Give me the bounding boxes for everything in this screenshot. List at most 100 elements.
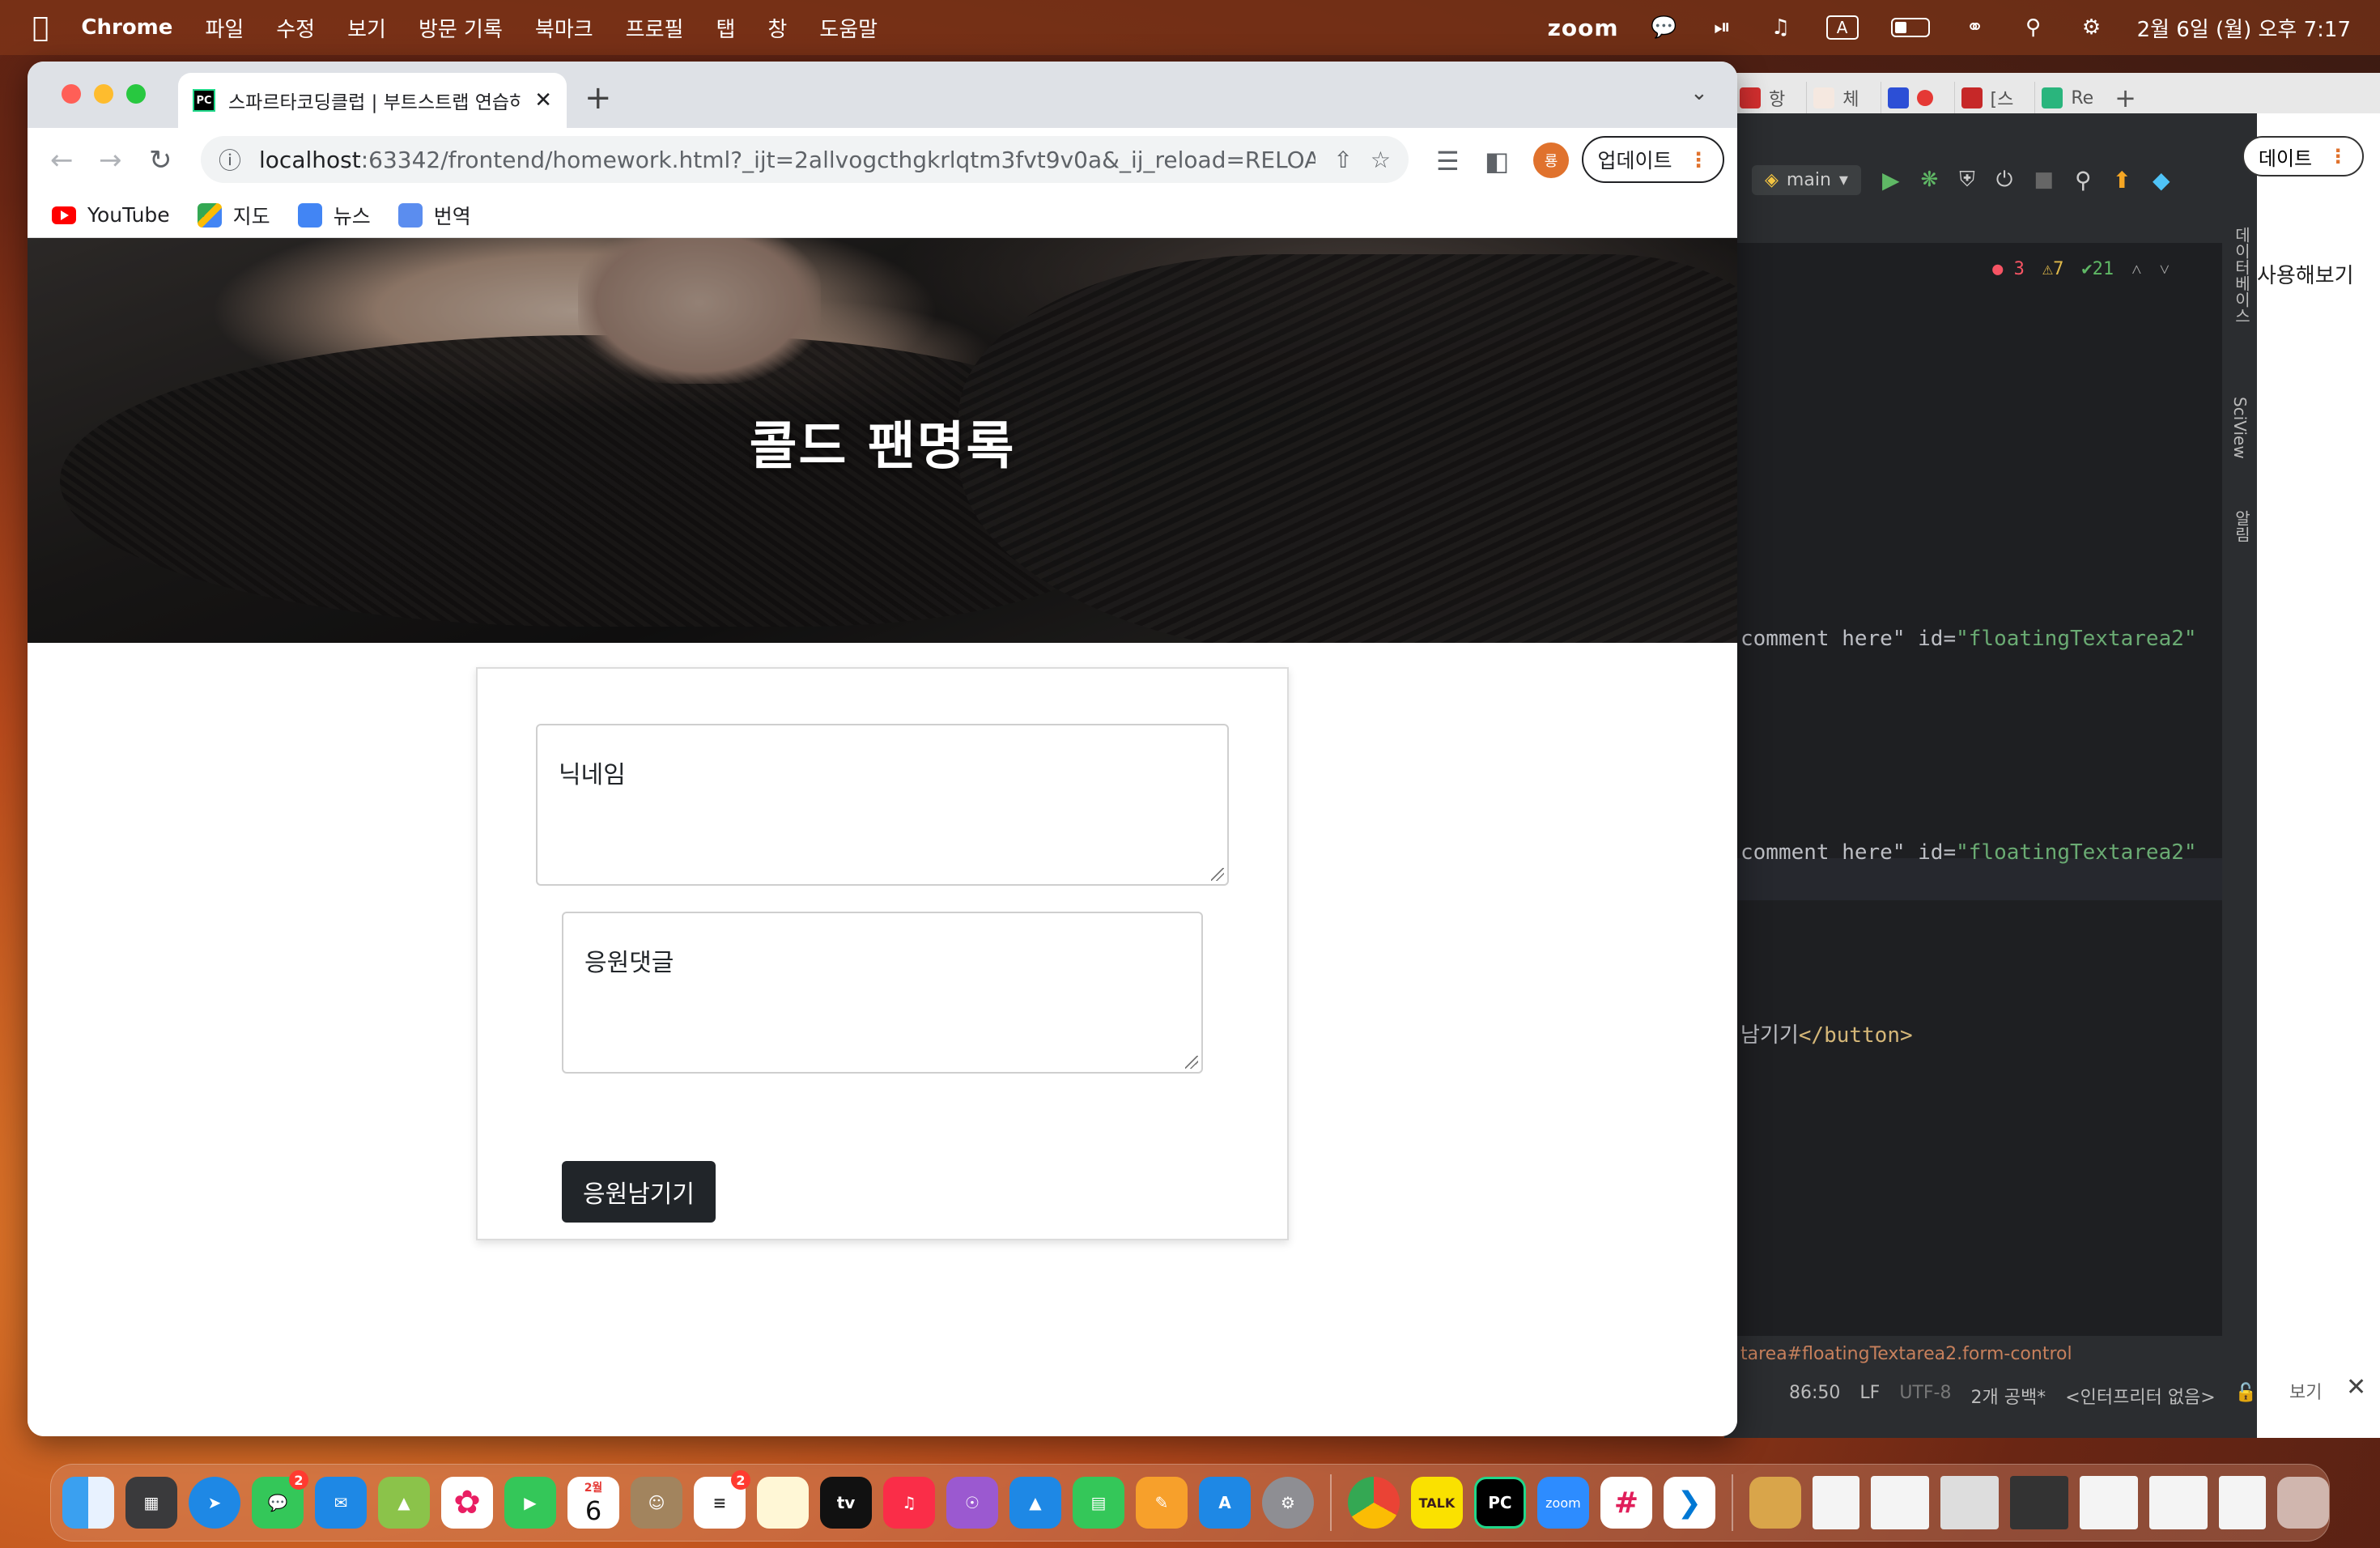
- tab-close-icon[interactable]: ✕: [534, 88, 552, 113]
- resize-grip-icon[interactable]: [1185, 1056, 1198, 1069]
- chevron-down-icon[interactable]: ˅: [2160, 259, 2170, 280]
- calendar-icon[interactable]: 2월 6: [567, 1477, 619, 1529]
- apple-tv-icon[interactable]: tv: [820, 1477, 872, 1529]
- notes-icon[interactable]: [757, 1477, 809, 1529]
- play-circle-icon[interactable]: ⏯: [1710, 15, 1736, 40]
- media-controls-icon[interactable]: ☰: [1436, 146, 1460, 176]
- safari-icon[interactable]: ➤: [189, 1477, 240, 1529]
- bg-tab-4[interactable]: [스: [1953, 82, 2021, 114]
- run-icon[interactable]: ▶: [1882, 167, 1900, 194]
- facetime-icon[interactable]: ▶: [504, 1477, 556, 1529]
- sciview-tool-tab[interactable]: SciView: [2230, 397, 2250, 459]
- cursor-position[interactable]: 86:50: [1789, 1383, 1840, 1409]
- inspection-widget[interactable]: ● 3 ⚠7 ✔21 ˄ ˅: [1992, 259, 2170, 280]
- back-arrow-icon[interactable]: ←: [50, 144, 74, 176]
- close-icon[interactable]: ✕: [2346, 1373, 2366, 1401]
- photos-icon[interactable]: ✿: [441, 1477, 493, 1529]
- bg-new-tab-icon[interactable]: +: [2114, 83, 2136, 113]
- vscode-icon[interactable]: ❯: [1663, 1477, 1715, 1529]
- battery-icon[interactable]: [1890, 18, 1930, 37]
- plugin-icon[interactable]: ◆: [2153, 167, 2170, 194]
- close-window-button[interactable]: [62, 84, 81, 104]
- podcasts-icon[interactable]: ☉: [946, 1477, 998, 1529]
- finder-icon[interactable]: [62, 1477, 114, 1529]
- menu-help[interactable]: 도움말: [819, 13, 878, 43]
- profile-run-icon[interactable]: ⏻: [1996, 168, 2013, 193]
- contacts-icon[interactable]: ☺: [631, 1477, 682, 1529]
- zoom-app-icon[interactable]: zoom: [1536, 1477, 1589, 1529]
- maps-app-icon[interactable]: ▲: [378, 1477, 430, 1529]
- bookmark-news[interactable]: 뉴스: [297, 201, 371, 230]
- profile-avatar[interactable]: 룡: [1533, 142, 1569, 178]
- apple-menu-icon[interactable]: : [32, 11, 49, 44]
- notifications-tool-tab[interactable]: 알림: [2230, 510, 2254, 542]
- line-ending[interactable]: LF: [1859, 1383, 1880, 1409]
- share-icon[interactable]: ⇧: [1333, 147, 1352, 173]
- indent-setting[interactable]: 2개 공백*: [1970, 1383, 2046, 1409]
- chevron-up-icon[interactable]: ˄: [2131, 259, 2141, 280]
- kakaotalk-icon[interactable]: TALK: [1410, 1477, 1463, 1529]
- document-thumbnail[interactable]: [2079, 1476, 2138, 1529]
- airpods-icon[interactable]: ♫: [1768, 15, 1794, 40]
- menu-history[interactable]: 방문 기록: [419, 13, 503, 43]
- side-panel-icon[interactable]: ◧: [1485, 146, 1509, 176]
- launchpad-icon[interactable]: ▦: [125, 1477, 177, 1529]
- archive-folder-icon[interactable]: [1749, 1477, 1801, 1529]
- document-thumbnail[interactable]: [1812, 1476, 1860, 1529]
- bg-tab-1[interactable]: 항: [1732, 82, 1791, 114]
- address-bar[interactable]: ⓘ localhost:63342/frontend/homework.html…: [201, 136, 1409, 183]
- bg-tab-2[interactable]: 체: [1806, 82, 1865, 114]
- forward-arrow-icon[interactable]: →: [99, 144, 122, 176]
- bookmark-maps[interactable]: 지도: [197, 201, 270, 230]
- menu-view[interactable]: 보기: [347, 13, 386, 43]
- lock-icon[interactable]: 🔓: [2235, 1383, 2257, 1409]
- document-thumbnail[interactable]: [2009, 1476, 2068, 1529]
- git-branch-selector[interactable]: ◈ main ▾: [1752, 164, 1861, 195]
- submit-cheer-button[interactable]: 응원남기기: [562, 1161, 716, 1223]
- slack-icon[interactable]: #: [1600, 1477, 1652, 1529]
- menu-window[interactable]: 창: [767, 13, 787, 43]
- search-icon[interactable]: ⚲: [2075, 167, 2092, 194]
- bookmark-star-icon[interactable]: ☆: [1371, 147, 1391, 173]
- menu-bookmarks[interactable]: 북마크: [535, 13, 593, 43]
- keynote-icon[interactable]: ▲: [1009, 1477, 1061, 1529]
- site-info-icon[interactable]: ⓘ: [219, 143, 241, 176]
- reload-icon[interactable]: ↻: [149, 144, 172, 176]
- tab-active[interactable]: PC 스파르타코딩클럽 | 부트스트랩 연습하기 ✕: [178, 73, 567, 128]
- document-thumbnail[interactable]: [1940, 1476, 1999, 1529]
- chat-notification-icon[interactable]: 💬: [1651, 15, 1677, 40]
- debug-icon[interactable]: ❋: [1920, 168, 1938, 192]
- input-source-indicator[interactable]: A: [1825, 15, 1859, 40]
- tab-search-chevron-icon[interactable]: ⌄: [1690, 81, 1708, 105]
- zoom-window-button[interactable]: [126, 84, 146, 104]
- menu-file[interactable]: 파일: [205, 13, 244, 43]
- minimize-window-button[interactable]: [94, 84, 113, 104]
- app-store-icon[interactable]: A: [1199, 1477, 1251, 1529]
- file-encoding[interactable]: UTF-8: [1899, 1383, 1951, 1409]
- spotlight-search-icon[interactable]: ⚲: [2021, 15, 2046, 40]
- screen-mirroring-icon[interactable]: ⚭: [1962, 15, 1988, 40]
- comment-textarea[interactable]: 응원댓글: [562, 912, 1203, 1074]
- nickname-textarea[interactable]: 닉네임: [536, 724, 1229, 886]
- bg-tab-3[interactable]: [1880, 82, 1940, 114]
- menu-clock[interactable]: 2월 6일 (월) 오후 7:17: [2137, 13, 2351, 43]
- reminders-icon[interactable]: ≡ 2: [694, 1470, 750, 1529]
- chrome-icon[interactable]: [1347, 1477, 1400, 1529]
- document-thumbnail[interactable]: [2148, 1476, 2208, 1529]
- system-settings-icon[interactable]: ⚙: [1262, 1477, 1314, 1529]
- database-tool-tab[interactable]: 데이터베이스: [2230, 227, 2254, 324]
- interpreter-setting[interactable]: <인터프리터 없음>: [2065, 1383, 2216, 1409]
- bg-tab-5[interactable]: Re: [2034, 82, 2100, 114]
- pages-icon[interactable]: ✎: [1136, 1477, 1188, 1529]
- bookmark-translate[interactable]: 번역: [397, 201, 471, 230]
- breadcrumb-path[interactable]: tarea#floatingTextarea2.form-control: [1740, 1344, 2072, 1364]
- trash-icon[interactable]: [2277, 1477, 2329, 1529]
- update-icon[interactable]: ⬆: [2112, 167, 2131, 194]
- mail-icon[interactable]: ✉: [315, 1477, 367, 1529]
- menu-profiles[interactable]: 프로필: [626, 13, 684, 43]
- background-update-button[interactable]: 데이트 ⋮: [2242, 136, 2364, 176]
- messages-icon[interactable]: 💬 2: [252, 1470, 308, 1529]
- code-editor[interactable]: ● 3 ⚠7 ✔21 ˄ ˅ comment here" id="floatin…: [1732, 243, 2226, 1336]
- document-thumbnail[interactable]: [1871, 1476, 1930, 1529]
- menu-tab[interactable]: 탭: [716, 13, 735, 43]
